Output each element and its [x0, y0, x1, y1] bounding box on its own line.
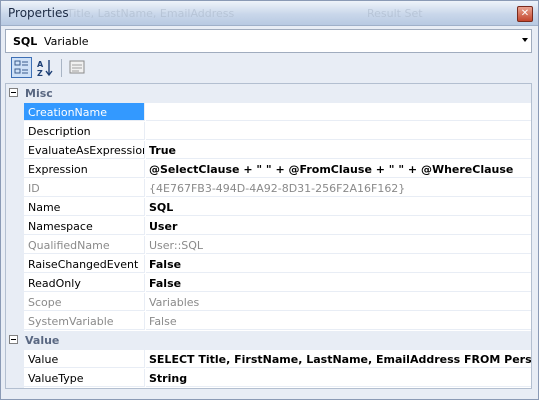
- property-value[interactable]: @SelectClause + " " + @FromClause + " " …: [146, 160, 531, 178]
- background-window-title: Title, LastName, EmailAddress: [67, 7, 235, 20]
- property-row[interactable]: Expression @SelectClause + " " + @FromCla…: [6, 160, 531, 179]
- categorized-button[interactable]: [11, 57, 32, 78]
- property-name[interactable]: Value: [24, 350, 145, 368]
- property-name[interactable]: QualifiedName: [24, 236, 145, 254]
- row-gutter: [6, 236, 24, 255]
- alphabetical-button[interactable]: A Z: [35, 57, 56, 78]
- row-gutter: [6, 122, 24, 141]
- property-value[interactable]: [146, 122, 531, 140]
- collapse-icon[interactable]: [9, 335, 18, 344]
- category-label: Value: [25, 334, 60, 347]
- toolbar-separator: [61, 59, 62, 77]
- window-title: Properties: [8, 6, 69, 20]
- row-gutter: [6, 160, 24, 179]
- property-value[interactable]: User: [146, 217, 531, 235]
- dropdown-arrow-icon[interactable]: [522, 38, 528, 42]
- property-row[interactable]: ValueType String: [6, 369, 531, 388]
- svg-text:A: A: [37, 60, 44, 69]
- property-row[interactable]: RaiseChangedEvent False: [6, 255, 531, 274]
- row-gutter: [6, 293, 24, 312]
- row-gutter: [6, 198, 24, 217]
- row-gutter: [6, 103, 24, 122]
- property-name[interactable]: Description: [24, 122, 145, 140]
- property-value[interactable]: True: [146, 141, 531, 159]
- property-row[interactable]: Value SELECT Title, FirstName, LastName, …: [6, 350, 531, 369]
- property-pages-button[interactable]: [67, 57, 88, 78]
- category-misc[interactable]: Misc: [6, 84, 531, 103]
- background-window-title-right: Result Set: [367, 7, 423, 20]
- close-icon: ✕: [520, 8, 530, 19]
- category-value[interactable]: Value: [6, 331, 531, 350]
- row-gutter: [6, 369, 24, 388]
- row-gutter: [6, 217, 24, 236]
- collapse-icon[interactable]: [9, 88, 18, 97]
- row-gutter: [6, 350, 24, 369]
- property-row[interactable]: Namespace User: [6, 217, 531, 236]
- property-row[interactable]: Scope Variables: [6, 293, 531, 312]
- property-name[interactable]: SystemVariable: [24, 312, 145, 330]
- selected-object-type: Variable: [44, 35, 89, 48]
- category-label: Misc: [25, 87, 53, 100]
- property-value: {4E767FB3-494D-4A92-8D31-256F2A16F162}: [146, 179, 531, 197]
- property-name[interactable]: Scope: [24, 293, 145, 311]
- properties-window: Properties Title, LastName, EmailAddress…: [0, 0, 539, 400]
- row-gutter: [6, 274, 24, 293]
- property-row[interactable]: ReadOnly False: [6, 274, 531, 293]
- alphabetical-icon: A Z: [37, 60, 53, 78]
- property-row[interactable]: QualifiedName User::SQL: [6, 236, 531, 255]
- property-name[interactable]: Namespace: [24, 217, 145, 235]
- property-name[interactable]: Expression: [24, 160, 145, 178]
- object-selector-dropdown[interactable]: SQL Variable: [5, 29, 532, 53]
- property-value[interactable]: False: [146, 274, 531, 292]
- property-value[interactable]: SELECT Title, FirstName, LastName, Email…: [146, 350, 531, 368]
- title-bar[interactable]: Properties Title, LastName, EmailAddress…: [1, 1, 538, 26]
- properties-toolbar: A Z: [5, 56, 532, 81]
- property-value: False: [146, 312, 531, 330]
- property-name[interactable]: ValueType: [24, 369, 145, 387]
- property-row[interactable]: CreationName: [6, 103, 531, 122]
- property-value[interactable]: False: [146, 255, 531, 273]
- property-row[interactable]: EvaluateAsExpression True: [6, 141, 531, 160]
- categorized-icon: [14, 60, 28, 74]
- property-value: User::SQL: [146, 236, 531, 254]
- property-name[interactable]: RaiseChangedEvent: [24, 255, 145, 273]
- property-name[interactable]: ReadOnly: [24, 274, 145, 292]
- property-value: Variables: [146, 293, 531, 311]
- property-name[interactable]: ID: [24, 179, 145, 197]
- property-name[interactable]: EvaluateAsExpression: [24, 141, 145, 159]
- property-grid[interactable]: Misc CreationName Description EvaluateAsExp…: [5, 83, 532, 389]
- property-value[interactable]: SQL: [146, 198, 531, 216]
- property-value[interactable]: [146, 103, 531, 121]
- selected-object-name: SQL: [13, 35, 38, 48]
- property-row[interactable]: Description: [6, 122, 531, 141]
- row-gutter: [6, 312, 24, 331]
- row-gutter: [6, 141, 24, 160]
- svg-text:Z: Z: [37, 69, 43, 78]
- property-row[interactable]: Name SQL: [6, 198, 531, 217]
- property-row[interactable]: ID {4E767FB3-494D-4A92-8D31-256F2A16F162}: [6, 179, 531, 198]
- row-gutter: [6, 255, 24, 274]
- close-button[interactable]: ✕: [517, 6, 533, 22]
- property-row[interactable]: SystemVariable False: [6, 312, 531, 331]
- property-name[interactable]: CreationName: [24, 103, 145, 121]
- property-value[interactable]: String: [146, 369, 531, 387]
- row-gutter: [6, 179, 24, 198]
- property-name[interactable]: Name: [24, 198, 145, 216]
- property-pages-icon: [69, 60, 85, 74]
